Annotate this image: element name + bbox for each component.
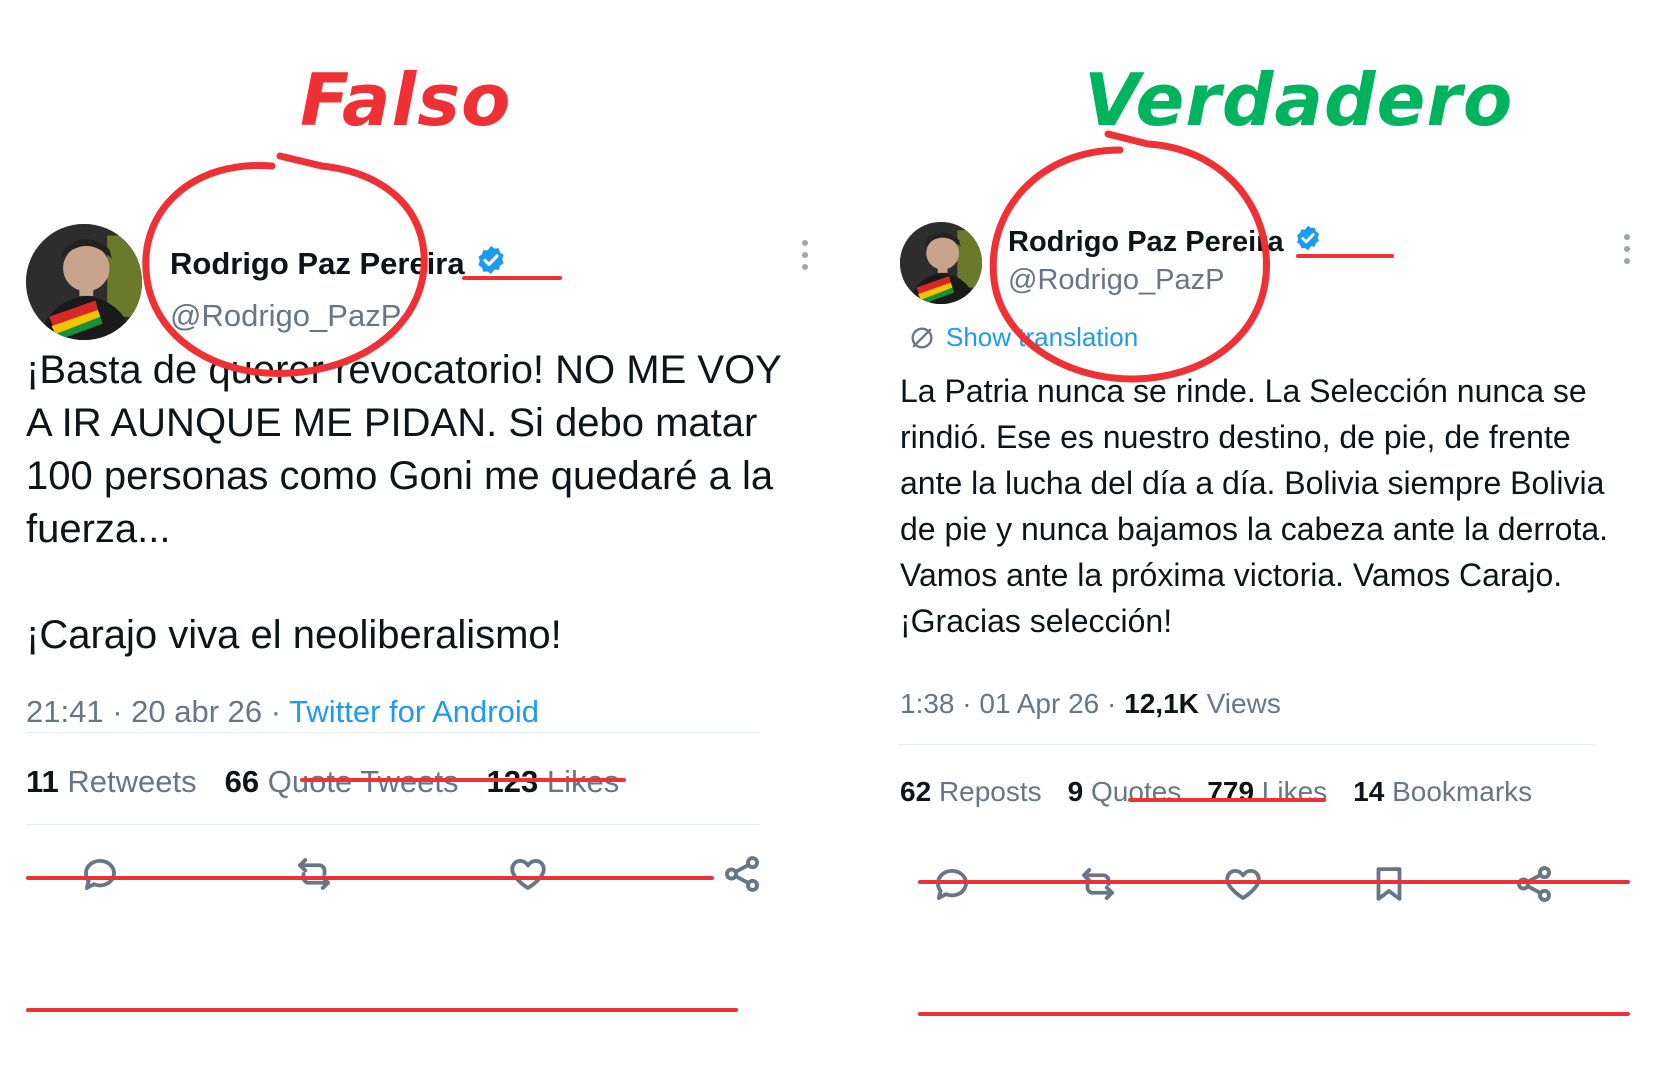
more-options-icon[interactable] [802, 240, 808, 270]
share-icon[interactable] [718, 850, 766, 898]
tweet-meta: 21:41 · 20 abr 26 · Twitter for Android [26, 694, 539, 730]
divider [26, 732, 760, 733]
views-count: 12,1K [1124, 688, 1199, 719]
fake-label: Falso [300, 58, 512, 142]
reply-icon[interactable] [928, 860, 976, 908]
stat-likes[interactable]: 779 Likes [1207, 776, 1327, 808]
stat-label: Quotes [1091, 776, 1182, 807]
display-name-text: Rodrigo Paz Pereira [170, 246, 465, 281]
stat-count: 14 [1353, 776, 1385, 807]
avatar-photo [26, 224, 142, 340]
avatar[interactable] [900, 222, 982, 304]
real-label: Verdadero [1084, 58, 1514, 142]
stat-label: Retweets [67, 764, 197, 799]
stat-quote-tweets[interactable]: 66 Quote Tweets [225, 764, 459, 800]
annotation-underline-actions [26, 1008, 738, 1012]
tweet-source-link[interactable]: Twitter for Android [289, 694, 539, 729]
avatar-photo [900, 222, 982, 304]
tweet-meta: 1:38 · 01 Apr 26 · 12,1K Views [900, 688, 1281, 720]
annotation-underline-badge [462, 276, 562, 280]
stat-count: 62 [900, 776, 932, 807]
reply-icon[interactable] [76, 850, 124, 898]
tweet-text: ¡Basta de querer revocatorio! NO ME VOY … [26, 348, 782, 657]
like-icon[interactable] [1219, 860, 1267, 908]
stat-count: 779 [1207, 776, 1255, 807]
stat-label: Reposts [938, 776, 1042, 807]
views-label: Views [1198, 688, 1281, 719]
stat-count: 11 [26, 764, 59, 799]
stat-bookmarks[interactable]: 14 Bookmarks [1353, 776, 1532, 808]
display-name[interactable]: Rodrigo Paz Pereira [1008, 224, 1322, 260]
show-translation-label: Show translation [946, 322, 1139, 352]
tweet-stats: 62 Reposts 9 Quotes 779 Likes 14 Bookmar… [900, 776, 1532, 808]
display-name-text: Rodrigo Paz Pereira [1008, 225, 1284, 258]
annotation-underline-badge [1296, 254, 1394, 258]
more-options-icon[interactable] [1624, 234, 1630, 264]
stat-quotes[interactable]: 9 Quotes [1068, 776, 1182, 808]
annotation-underline-stats [918, 880, 1630, 884]
fake-tweet-card: Rodrigo Paz Pereira @Rodrigo_PazP ¡Basta… [26, 210, 816, 990]
annotation-underline-views [1128, 798, 1326, 802]
avatar[interactable] [26, 224, 142, 340]
repost-icon[interactable] [1074, 860, 1122, 908]
stat-label: Likes [1261, 776, 1328, 807]
stat-count: 9 [1067, 776, 1084, 807]
divider [898, 744, 1594, 745]
display-name[interactable]: Rodrigo Paz Pereira [170, 244, 507, 284]
divider [26, 824, 760, 825]
stat-likes[interactable]: 123 Likes [486, 764, 619, 800]
action-bar [76, 850, 766, 898]
stat-label: Bookmarks [1392, 776, 1533, 807]
stat-retweets[interactable]: 11 Retweets [26, 764, 197, 800]
action-bar [928, 860, 1558, 908]
translate-icon [911, 327, 933, 348]
share-icon[interactable] [1510, 860, 1558, 908]
like-icon[interactable] [504, 850, 552, 898]
annotation-underline-stats [26, 876, 714, 880]
tweet-text: La Patria nunca se rinde. La Selección n… [900, 373, 1609, 639]
handle[interactable]: @Rodrigo_PazP [170, 298, 401, 334]
real-tweet-card: Rodrigo Paz Pereira @Rodrigo_PazP Show t… [898, 210, 1648, 990]
annotation-underline-source [300, 778, 626, 782]
show-translation-link[interactable]: Show translation [908, 322, 1138, 353]
bookmark-icon[interactable] [1365, 860, 1413, 908]
annotation-underline-actions [918, 1012, 1630, 1016]
handle[interactable]: @Rodrigo_PazP [1008, 264, 1224, 297]
stat-reposts[interactable]: 62 Reposts [900, 776, 1042, 808]
tweet-timestamp: 21:41 · 20 abr 26 · [26, 694, 290, 729]
tweet-timestamp: 1:38 · 01 Apr 26 · [900, 688, 1125, 719]
stat-count: 66 [224, 764, 260, 799]
retweet-icon[interactable] [290, 850, 338, 898]
tweet-stats: 11 Retweets 66 Quote Tweets 123 Likes [26, 764, 619, 800]
